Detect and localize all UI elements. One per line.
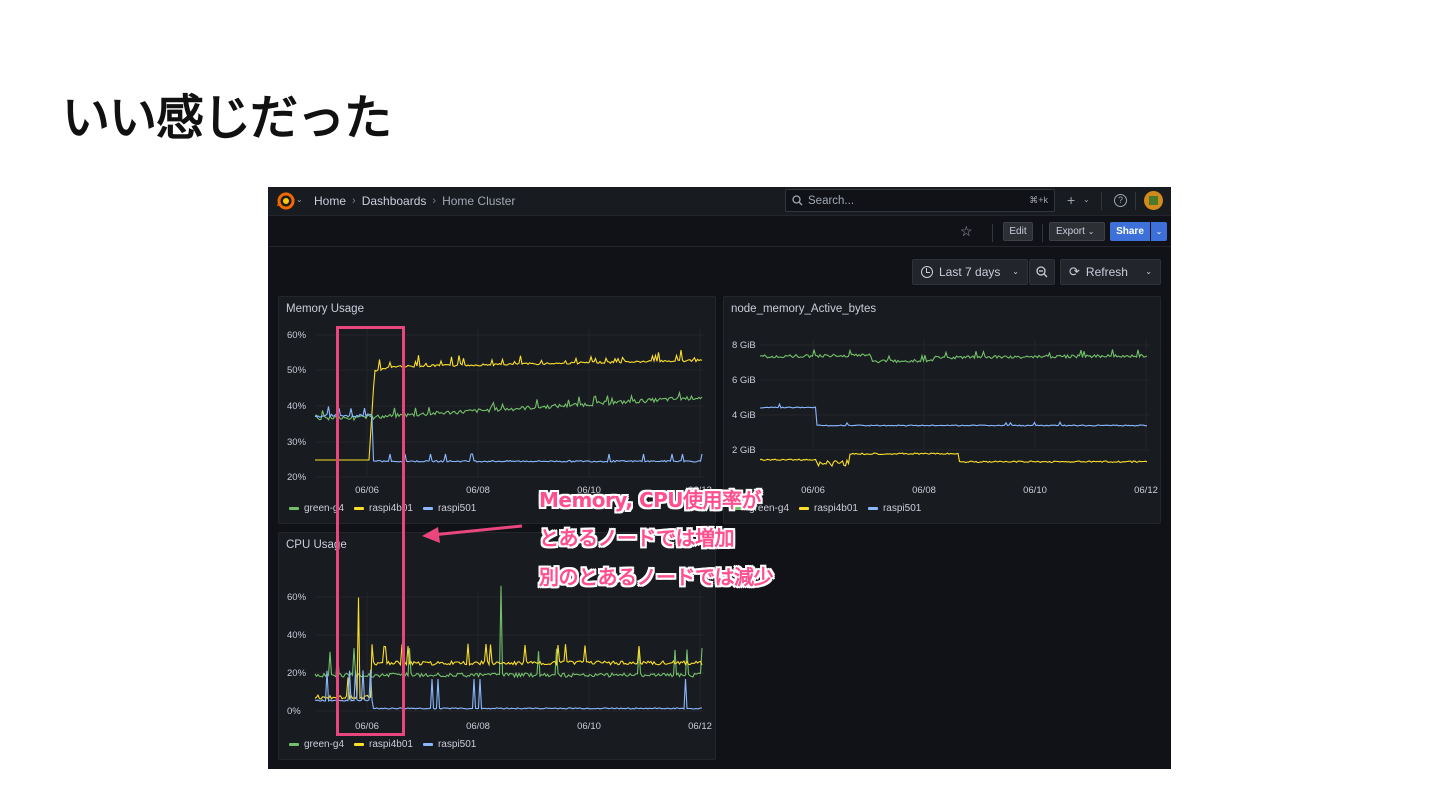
export-button[interactable]: Export ⌄ [1049,222,1105,241]
x-tick-label: 06/08 [912,485,936,496]
divider [1101,192,1102,210]
dashboard-toolbar: ☆ Edit Export ⌄ Share ⌄ [268,217,1171,247]
top-nav: ⌄ Home › Dashboards › Home Cluster Searc… [268,187,1171,216]
legend-label: raspi501 [882,503,922,514]
x-tick-label: 06/08 [466,485,490,496]
y-tick-label: 20% [287,668,307,679]
series-raspi4b01 [759,452,1148,468]
breadcrumb: Home › Dashboards › Home Cluster [314,194,515,208]
legend-label: raspi501 [437,503,477,514]
divider [1042,224,1043,242]
x-tick-label: 06/06 [801,485,825,496]
legend-item[interactable]: green-g4 [289,739,344,750]
search-input[interactable]: Search... ⌘+k [785,189,1055,212]
divider [1135,192,1136,210]
x-tick-label: 06/10 [577,721,601,732]
x-tick-label: 06/10 [1023,485,1047,496]
annotation-line-1: Memory, CPU使用率が [539,488,762,512]
highlight-box [336,326,405,736]
refresh-button[interactable]: ⟳ Refresh ⌄ [1060,259,1161,285]
zoom-out-button[interactable] [1029,259,1055,285]
y-tick-label: 4 GiB [732,410,756,421]
add-icon[interactable]: + [1067,192,1075,208]
panel-memory-active-bytes[interactable]: node_memory_Active_bytes 8 GiB 6 GiB 4 GiB… [723,296,1161,524]
legend-item[interactable]: raspi501 [422,503,477,514]
divider [992,224,993,242]
time-range-picker[interactable]: Last 7 days ⌄ [912,259,1028,285]
breadcrumb-current: Home Cluster [442,194,516,208]
chevron-down-icon[interactable]: ⌄ [1083,195,1090,204]
help-icon[interactable]: ? [1114,194,1127,207]
search-icon [792,195,803,206]
legend: green-g4 raspi4b01 raspi501 [289,739,476,750]
active-bytes-chart: 8 GiB 6 GiB 4 GiB 2 GiB 06/06 06/08 06/10 06/12 [732,339,1158,496]
star-icon[interactable]: ☆ [960,223,973,240]
chevron-right-icon: › [352,195,356,207]
legend-item[interactable]: raspi4b01 [354,739,413,750]
share-menu-button[interactable]: ⌄ [1151,222,1167,241]
search-placeholder: Search... [808,194,855,207]
chevron-down-icon: ⌄ [1087,227,1095,236]
chevron-down-icon: ⌄ [1012,267,1019,276]
chevron-down-icon[interactable]: ⌄ [296,195,303,204]
zoom-out-icon [1036,266,1048,278]
legend: green-g4 raspi4b01 raspi501 [734,503,921,514]
y-tick-label: 30% [287,437,307,448]
y-tick-label: 60% [287,330,307,341]
x-tick-label: 06/12 [1134,485,1158,496]
refresh-icon: ⟳ [1069,264,1080,279]
export-label: Export [1056,226,1085,237]
grafana-logo-icon[interactable] [276,191,296,211]
y-tick-label: 2 GiB [732,445,756,456]
chevron-down-icon: ⌄ [1145,267,1152,276]
chevron-right-icon: › [432,195,437,207]
x-tick-label: 06/08 [466,721,490,732]
time-range-label: Last 7 days [939,265,1001,279]
refresh-label: Refresh [1085,265,1128,279]
clock-icon [921,266,933,278]
y-tick-label: 6 GiB [732,375,756,386]
y-tick-label: 40% [287,630,307,641]
y-tick-label: 50% [287,365,307,376]
legend-label: raspi4b01 [369,739,413,750]
y-tick-label: 60% [287,592,307,603]
y-tick-label: 0% [287,706,301,717]
legend-label: raspi501 [437,739,477,750]
annotation-line-3: 別のとあるノードでは減少 [539,565,774,589]
x-tick-label: 06/12 [688,721,712,732]
breadcrumb-dashboards[interactable]: Dashboards [362,194,427,208]
legend-item[interactable]: raspi4b01 [799,503,858,514]
breadcrumb-home[interactable]: Home [314,194,346,208]
legend-label: raspi4b01 [814,503,858,514]
legend-label: green-g4 [304,739,345,750]
share-button[interactable]: Share [1110,222,1150,241]
y-tick-label: 20% [287,472,307,483]
search-shortcut: ⌘+k [1029,195,1048,205]
edit-button[interactable]: Edit [1003,222,1033,241]
y-tick-label: 40% [287,401,307,412]
legend-item[interactable]: raspi501 [867,503,922,514]
annotation-line-2: とあるノードでは増加 [539,526,735,550]
slide-title: いい感じだった [62,90,392,146]
series-green-g4 [759,348,1148,364]
y-tick-label: 8 GiB [732,340,756,351]
legend-item[interactable]: raspi501 [422,739,477,750]
avatar[interactable] [1144,191,1163,210]
